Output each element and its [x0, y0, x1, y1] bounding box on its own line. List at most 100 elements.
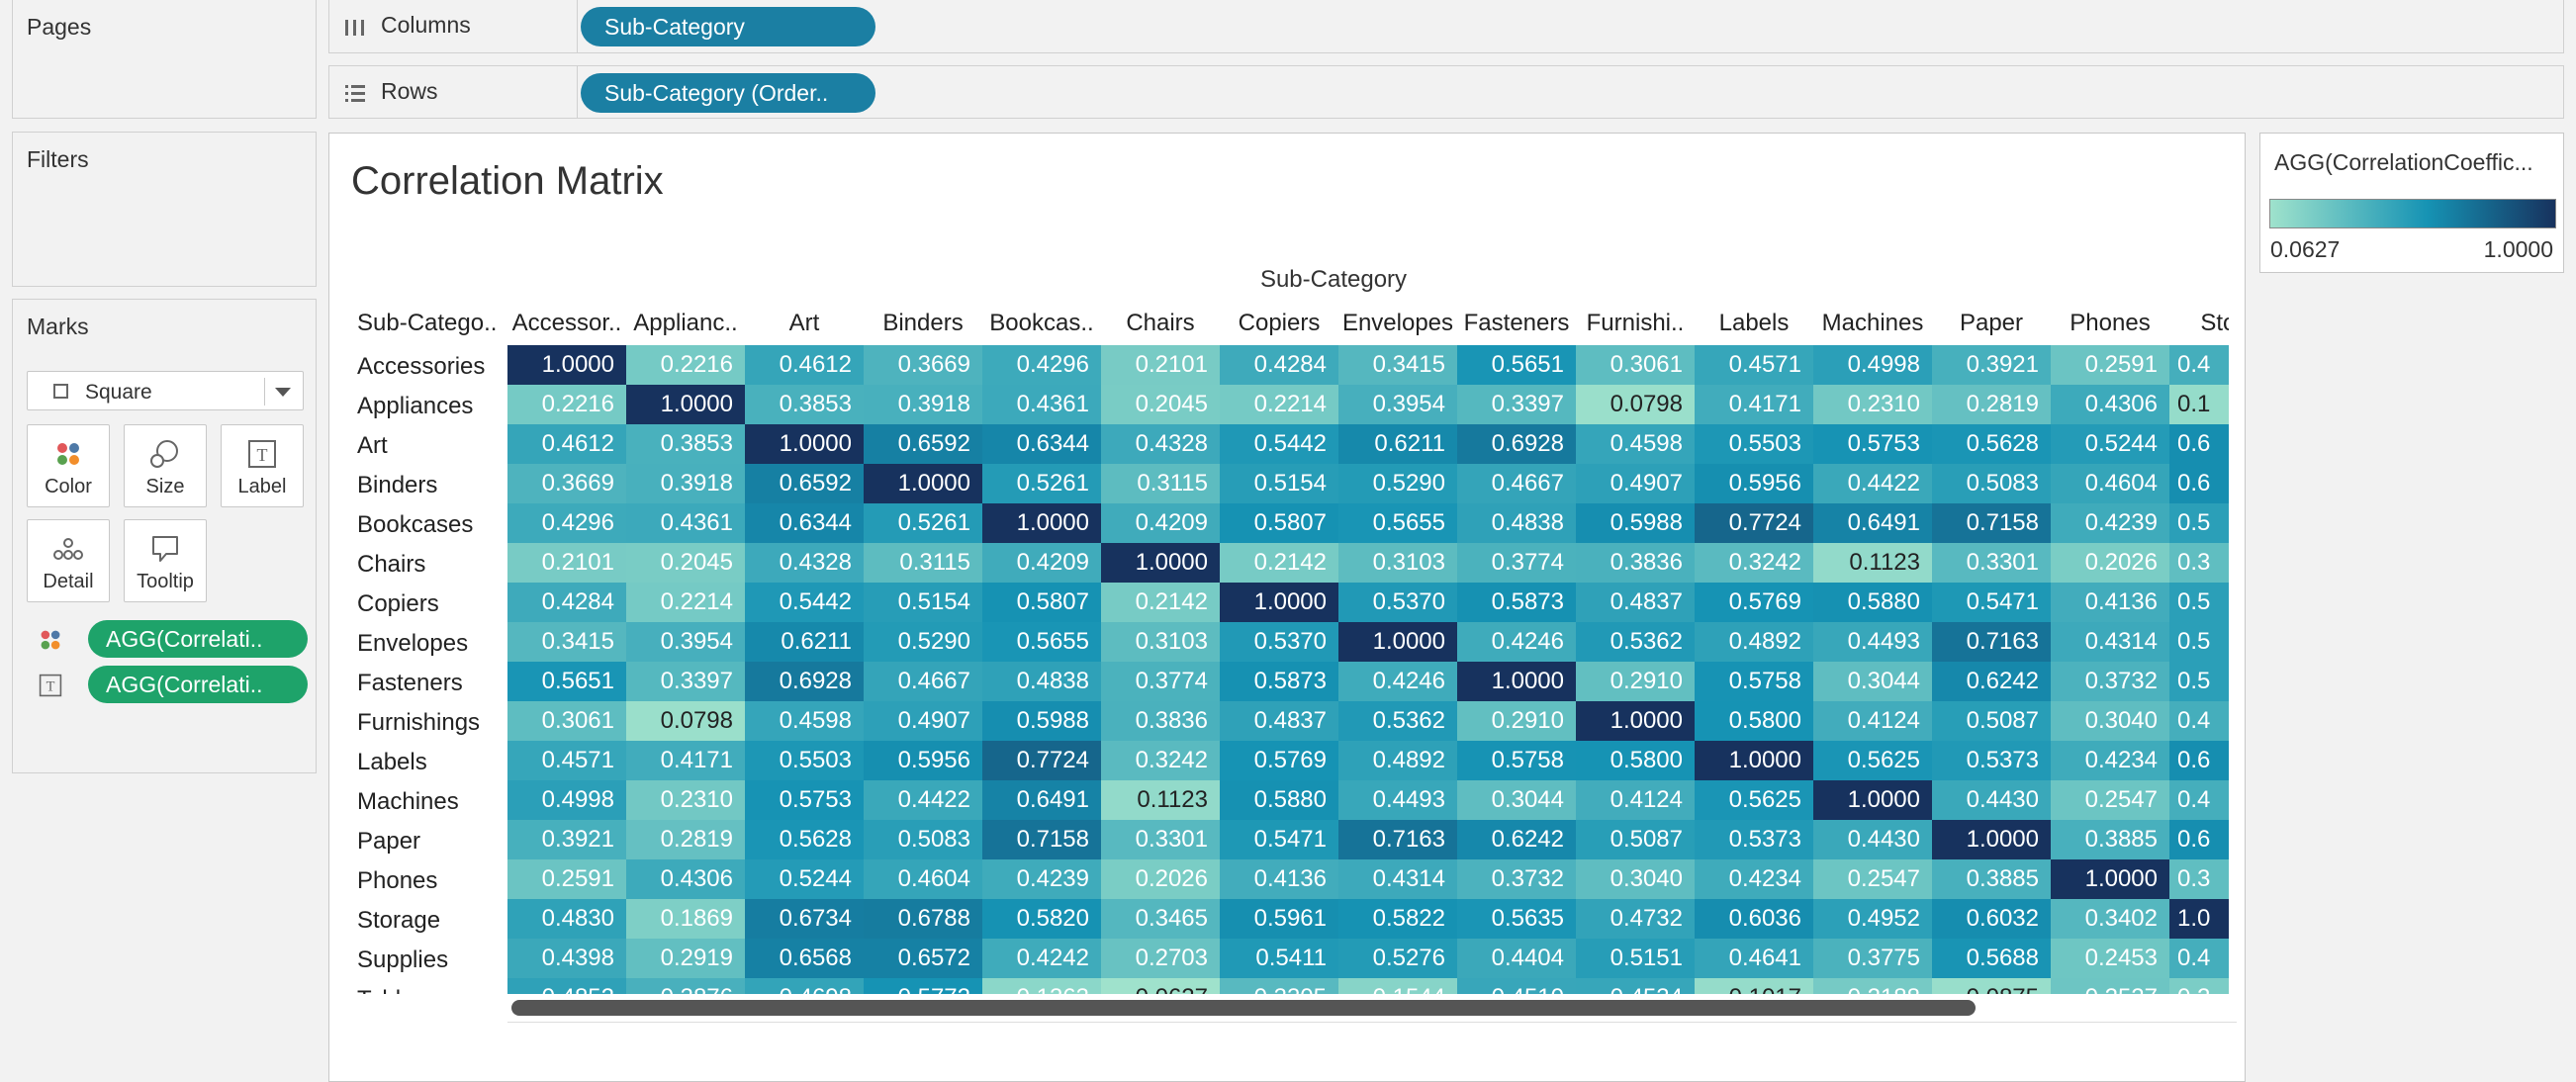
- column-header[interactable]: Stora: [2169, 310, 2229, 337]
- heatmap-cell[interactable]: 0.5083: [1932, 464, 2051, 503]
- heatmap-cell[interactable]: 0.0798: [1576, 385, 1695, 424]
- heatmap-cell[interactable]: 0.4296: [507, 503, 626, 543]
- heatmap-cell[interactable]: 1.0000: [1338, 622, 1457, 662]
- column-header[interactable]: Paper: [1932, 310, 2051, 337]
- heatmap-cell[interactable]: 0.2910: [1457, 701, 1576, 741]
- heatmap-cell[interactable]: 0.4852: [507, 978, 626, 994]
- heatmap-cell[interactable]: 0.2919: [626, 939, 745, 978]
- chevron-down-icon[interactable]: [275, 388, 291, 397]
- heatmap-cell[interactable]: 0.7163: [1338, 820, 1457, 859]
- heatmap-cell[interactable]: 0.5503: [745, 741, 864, 780]
- heatmap-cell[interactable]: 0.3669: [864, 345, 982, 385]
- heatmap-cell[interactable]: 0.4398: [507, 939, 626, 978]
- heatmap-cell[interactable]: 0.1544: [1338, 978, 1457, 994]
- heatmap-cell[interactable]: 1.0: [2169, 899, 2229, 939]
- heatmap-cell[interactable]: 0.3954: [626, 622, 745, 662]
- heatmap-cell[interactable]: 0.4: [2169, 939, 2229, 978]
- heatmap-cell[interactable]: 0.5: [2169, 583, 2229, 622]
- heatmap-cell[interactable]: 0.4306: [2051, 385, 2169, 424]
- size-button[interactable]: Size: [124, 424, 207, 507]
- heatmap-cell[interactable]: 0.5503: [1695, 424, 1813, 464]
- heatmap-cell[interactable]: 0.4571: [507, 741, 626, 780]
- heatmap-cell[interactable]: 0.4246: [1338, 662, 1457, 701]
- column-header[interactable]: Copiers: [1220, 310, 1338, 337]
- heatmap-cell[interactable]: 0.0875: [1932, 978, 2051, 994]
- row-header[interactable]: Accessories: [357, 353, 485, 381]
- heatmap-cell[interactable]: 0.4571: [1695, 345, 1813, 385]
- row-header[interactable]: Storage: [357, 907, 440, 935]
- heatmap-cell[interactable]: 0.5753: [1813, 424, 1932, 464]
- heatmap-cell[interactable]: 0.4361: [982, 385, 1101, 424]
- heatmap-cell[interactable]: 0.2216: [507, 385, 626, 424]
- heatmap-cell[interactable]: 0.4422: [1813, 464, 1932, 503]
- heatmap-cell[interactable]: 0.3242: [1101, 741, 1220, 780]
- heatmap-cell[interactable]: 0.5807: [1220, 503, 1338, 543]
- heatmap-cell[interactable]: 0.4892: [1695, 622, 1813, 662]
- heatmap-cell[interactable]: 0.5800: [1695, 701, 1813, 741]
- heatmap-cell[interactable]: 0.2142: [1220, 543, 1338, 583]
- heatmap-cell[interactable]: 0.4234: [2051, 741, 2169, 780]
- heatmap-cell[interactable]: 0.6036: [1695, 899, 1813, 939]
- heatmap-cell[interactable]: 0.5956: [864, 741, 982, 780]
- heatmap-cell[interactable]: 0.5873: [1457, 583, 1576, 622]
- heatmap-cell[interactable]: 1.0000: [1220, 583, 1338, 622]
- heatmap-cell[interactable]: 0.5083: [864, 820, 982, 859]
- heatmap-cell[interactable]: 0.5873: [1220, 662, 1338, 701]
- heatmap-cell[interactable]: 1.0000: [1576, 701, 1695, 741]
- viz-canvas[interactable]: Correlation Matrix Sub-Category Sub-Cate…: [328, 133, 2246, 1082]
- heatmap-cell[interactable]: 0.5880: [1813, 583, 1932, 622]
- column-header[interactable]: Accessor..: [507, 310, 626, 337]
- heatmap-cell[interactable]: 0.3853: [745, 385, 864, 424]
- heatmap-cell[interactable]: 0.5961: [1220, 899, 1338, 939]
- heatmap-cell[interactable]: 0.4296: [982, 345, 1101, 385]
- heatmap-cell[interactable]: 0.7724: [1695, 503, 1813, 543]
- heatmap-cell[interactable]: 0.2188: [1813, 978, 1932, 994]
- heatmap-cell[interactable]: 0.6032: [1932, 899, 2051, 939]
- heatmap-cell[interactable]: 0.1869: [626, 899, 745, 939]
- heatmap-cell[interactable]: 0.2453: [2051, 939, 2169, 978]
- heatmap-cell[interactable]: 0.5628: [745, 820, 864, 859]
- heatmap-cell[interactable]: 0.5: [2169, 503, 2229, 543]
- column-header[interactable]: Furnishi..: [1576, 310, 1695, 337]
- heatmap-cell[interactable]: 0.2216: [626, 345, 745, 385]
- row-header[interactable]: Paper: [357, 828, 420, 856]
- heatmap-cell[interactable]: 0.4952: [1813, 899, 1932, 939]
- heatmap-cell[interactable]: 0.2591: [2051, 345, 2169, 385]
- horizontal-scrollbar-thumb[interactable]: [511, 1000, 1976, 1016]
- heatmap-cell[interactable]: 0.3397: [1457, 385, 1576, 424]
- heatmap-cell[interactable]: 0.4698: [745, 978, 864, 994]
- heatmap-cell[interactable]: 1.0000: [1813, 780, 1932, 820]
- heatmap-cell[interactable]: 0.5370: [1338, 583, 1457, 622]
- heatmap-cell[interactable]: 0.4598: [1576, 424, 1695, 464]
- heatmap-cell[interactable]: 0.4209: [1101, 503, 1220, 543]
- heatmap-cell[interactable]: 0.3103: [1101, 622, 1220, 662]
- heatmap-cell[interactable]: 0.4284: [507, 583, 626, 622]
- heatmap-cell[interactable]: 0.2910: [1576, 662, 1695, 701]
- heatmap-cell[interactable]: 0.5151: [1576, 939, 1695, 978]
- heatmap-cell[interactable]: 0.5651: [1457, 345, 1576, 385]
- heatmap-cell[interactable]: 0.4: [2169, 701, 2229, 741]
- heatmap-cell[interactable]: 0.4837: [1576, 583, 1695, 622]
- heatmap-cell[interactable]: 0.4328: [1101, 424, 1220, 464]
- heatmap-cell[interactable]: 0.3918: [626, 464, 745, 503]
- heatmap-cell[interactable]: 0.5: [2169, 622, 2229, 662]
- heatmap-cell[interactable]: 0.5625: [1813, 741, 1932, 780]
- heatmap-cell[interactable]: 0.3669: [507, 464, 626, 503]
- heatmap-cell[interactable]: 0.2045: [1101, 385, 1220, 424]
- row-header[interactable]: Machines: [357, 788, 459, 816]
- heatmap-cell[interactable]: 0.4732: [1576, 899, 1695, 939]
- heatmap-cell[interactable]: 0.5087: [1932, 701, 2051, 741]
- heatmap-cell[interactable]: 0.7158: [1932, 503, 2051, 543]
- heatmap-cell[interactable]: 0.4604: [2051, 464, 2169, 503]
- heatmap-cell[interactable]: 0.5362: [1338, 701, 1457, 741]
- color-button[interactable]: Color: [27, 424, 110, 507]
- heatmap-cell[interactable]: 0.4493: [1813, 622, 1932, 662]
- color-field-pill[interactable]: AGG(Correlati..: [88, 620, 308, 658]
- heatmap-cell[interactable]: 0.4534: [1576, 978, 1695, 994]
- heatmap-cell[interactable]: 0.3921: [507, 820, 626, 859]
- heatmap-cell[interactable]: 0.7163: [1932, 622, 2051, 662]
- heatmap-cell[interactable]: 0.3954: [1338, 385, 1457, 424]
- heatmap-cell[interactable]: 0.6344: [982, 424, 1101, 464]
- column-header[interactable]: Labels: [1695, 310, 1813, 337]
- heatmap-cell[interactable]: 0.5290: [1338, 464, 1457, 503]
